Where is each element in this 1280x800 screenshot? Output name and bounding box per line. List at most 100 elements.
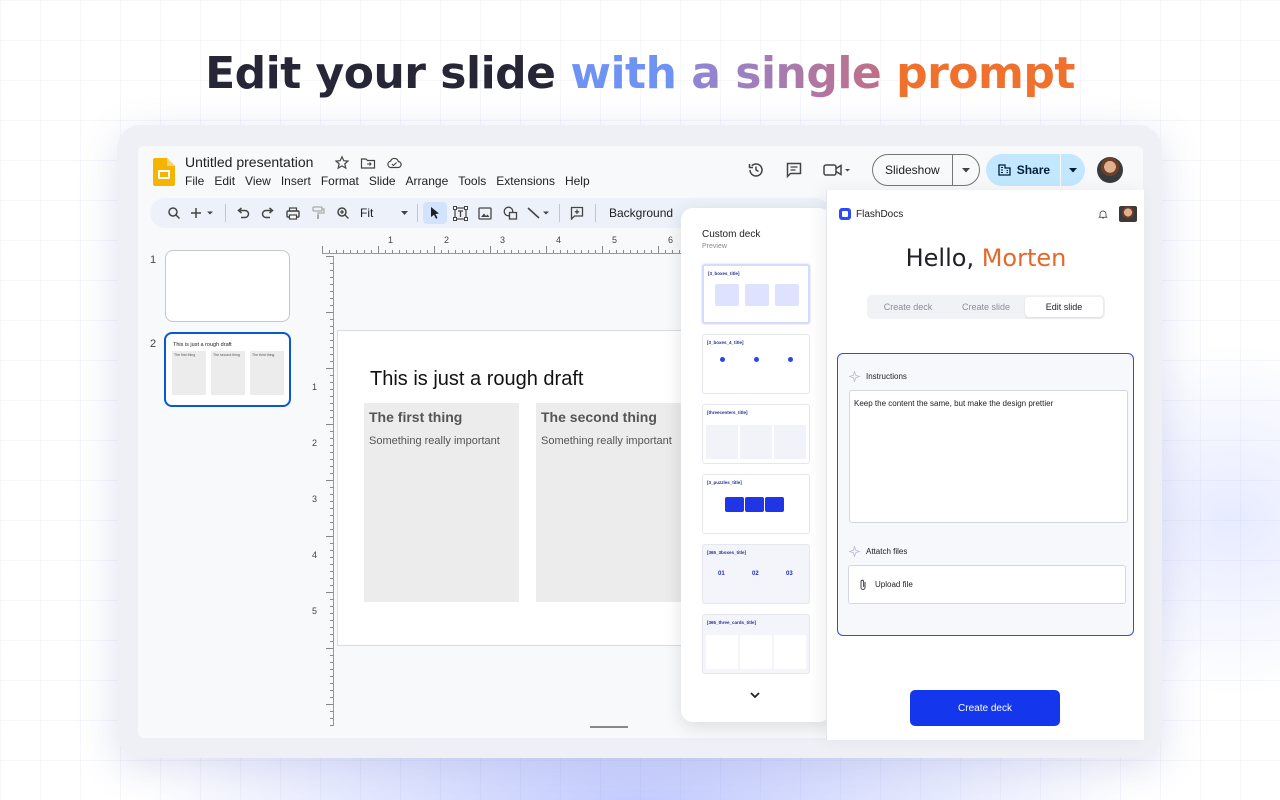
flashdocs-brand: FlashDocs (856, 209, 904, 220)
user-avatar[interactable] (1097, 157, 1124, 183)
flashdocs-avatar[interactable] (1119, 206, 1137, 222)
upload-file-button[interactable]: Upload file (848, 565, 1126, 604)
layout-cell (740, 635, 772, 669)
insert-image-button[interactable] (473, 202, 497, 224)
puzzle-piece (745, 497, 764, 512)
custom-deck-panel: Custom deck Preview [3_boxes_title] [3_b… (681, 208, 831, 722)
column-body: Something really important (369, 435, 500, 447)
bell-icon[interactable] (1098, 209, 1108, 219)
menu-insert[interactable]: Insert (281, 174, 316, 188)
share-dropdown[interactable] (1061, 167, 1085, 173)
share-label: Share (1016, 163, 1051, 177)
shape-button[interactable] (498, 202, 522, 224)
meet-button[interactable] (820, 158, 854, 182)
ruler-label: 4 (312, 550, 318, 560)
deck-subtitle: Preview (702, 243, 727, 250)
slideshow-button-group: Slideshow (872, 154, 980, 186)
sparkle-icon (849, 546, 860, 557)
greeting: Hello, Morten (827, 244, 1145, 272)
redo-button[interactable] (256, 202, 280, 224)
resize-handle[interactable] (590, 726, 628, 728)
ruler-label: 2 (312, 438, 318, 448)
share-button[interactable]: Share (986, 154, 1062, 186)
layout-preview[interactable]: [threecenters_title] (702, 404, 810, 464)
text-box-button[interactable] (448, 202, 472, 224)
slides-logo-icon[interactable] (153, 158, 175, 186)
slide-canvas[interactable]: This is just a rough draft The first thi… (337, 330, 697, 646)
search-icon (168, 207, 181, 220)
zoom-value: Fit (360, 206, 374, 220)
layout-icon (720, 357, 725, 362)
cloud-status-icon[interactable] (386, 155, 402, 171)
slide-title[interactable]: This is just a rough draft (370, 368, 583, 391)
zoom-select[interactable]: Fit (356, 206, 412, 220)
create-deck-button[interactable]: Create deck (910, 690, 1060, 726)
slideshow-button[interactable]: Slideshow (873, 155, 953, 185)
layout-label: [365_3boxes_title] (707, 550, 747, 555)
move-folder-icon[interactable] (360, 155, 376, 171)
slideshow-dropdown[interactable] (953, 167, 979, 173)
menu-slide[interactable]: Slide (369, 174, 401, 188)
thumbnail-column: The second thing (211, 351, 245, 395)
thumbnail-title: This is just a rough draft (173, 342, 232, 348)
slide-thumbnail-1[interactable] (165, 250, 290, 322)
puzzle-piece (765, 497, 784, 512)
menu-edit[interactable]: Edit (214, 174, 240, 188)
print-button[interactable] (281, 202, 305, 224)
image-icon (478, 206, 492, 220)
menu-tools[interactable]: Tools (458, 174, 491, 188)
ruler-label: 5 (612, 235, 618, 245)
search-menus-button[interactable] (162, 202, 186, 224)
tab-create-slide[interactable]: Create slide (947, 297, 1025, 317)
menu-bar: File Edit View Insert Format Slide Arran… (185, 174, 600, 188)
background-button[interactable]: Background (601, 206, 681, 220)
layout-box (715, 284, 739, 306)
layout-box (745, 284, 769, 306)
instructions-label: Instructions (849, 371, 907, 382)
headline-part-3: a single (691, 48, 882, 99)
menu-arrange[interactable]: Arrange (406, 174, 454, 188)
greeting-user: Morten (981, 244, 1067, 272)
slide-thumbnail-2[interactable]: This is just a rough draft The first thi… (164, 332, 291, 407)
document-title[interactable]: Untitled presentation (185, 154, 313, 170)
paint-format-icon (311, 206, 325, 219)
slide-column-2[interactable]: The second thing Something really import… (536, 403, 691, 602)
add-comment-icon (570, 206, 584, 220)
menu-extensions[interactable]: Extensions (496, 174, 560, 188)
layout-preview[interactable]: [3_boxes_4_title] (702, 334, 810, 394)
horizontal-ruler (322, 246, 692, 254)
layout-icon (754, 357, 759, 362)
thumbnail-column-label: The third thing (252, 353, 275, 357)
version-history-button[interactable] (744, 158, 768, 182)
video-camera-icon (823, 164, 850, 176)
undo-button[interactable] (231, 202, 255, 224)
zoom-button[interactable] (331, 202, 355, 224)
line-button[interactable] (523, 202, 553, 224)
tab-create-deck[interactable]: Create deck (869, 297, 947, 317)
new-slide-button[interactable] (187, 202, 219, 224)
ruler-label: 1 (312, 382, 318, 392)
instructions-input[interactable]: Keep the content the same, but make the … (849, 390, 1128, 523)
star-icon[interactable] (334, 155, 350, 171)
menu-help[interactable]: Help (565, 174, 595, 188)
layout-preview[interactable]: [3_puzzles_title] (702, 474, 810, 534)
insert-comment-button[interactable] (565, 202, 589, 224)
paint-format-button[interactable] (306, 202, 330, 224)
layout-preview[interactable]: [365_3boxes_title] 01 02 03 (702, 544, 810, 604)
select-tool-button[interactable] (423, 202, 447, 224)
headline-part-1: Edit your slide (205, 48, 556, 99)
cursor-icon (431, 207, 439, 219)
toolbar-divider (559, 204, 560, 222)
layout-cell (774, 635, 806, 669)
tab-edit-slide[interactable]: Edit slide (1025, 297, 1103, 317)
menu-format[interactable]: Format (321, 174, 364, 188)
menu-view[interactable]: View (245, 174, 276, 188)
layout-preview[interactable]: [365_three_cards_title] (702, 614, 810, 674)
slide-column-1[interactable]: The first thing Something really importa… (364, 403, 519, 602)
thumbnail-column-label: The first thing (174, 353, 196, 357)
menu-file[interactable]: File (185, 174, 209, 188)
chevron-down-icon[interactable] (748, 688, 762, 702)
comments-button[interactable] (782, 158, 806, 182)
thumbnail-column: The third thing (250, 351, 284, 395)
layout-preview[interactable]: [3_boxes_title] (702, 264, 810, 324)
